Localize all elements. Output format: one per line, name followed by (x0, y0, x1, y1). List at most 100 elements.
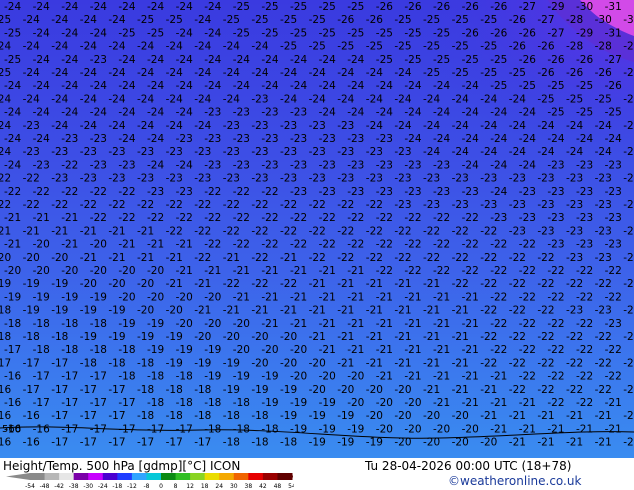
temperature-label: -21 (480, 384, 497, 396)
temperature-label: -23 (509, 199, 526, 211)
temperature-label: -22 (509, 331, 526, 343)
temperature-label: -24 (537, 146, 554, 158)
temperature-label: -21 (480, 410, 497, 422)
temperature-label: -22 (366, 252, 383, 264)
temperature-label: -20 (233, 344, 250, 356)
temperature-label: -26 (490, 27, 507, 39)
temperature-label: -25 (452, 14, 469, 26)
temperature-label: -21 (433, 318, 450, 330)
temperature-label: -20 (366, 384, 383, 396)
temperature-label: -22 (118, 212, 135, 224)
temperature-label: -21 (490, 397, 507, 409)
temperature-label: -23 (576, 212, 593, 224)
temperature-label: -21 (280, 305, 297, 317)
temperature-label: -19 (194, 357, 211, 369)
temperature-label: -23 (462, 186, 479, 198)
temperature-label: -25 (147, 27, 164, 39)
temperature-label: -24 (490, 186, 507, 198)
temperature-label: -21 (462, 318, 479, 330)
temperature-label: -17 (80, 437, 97, 449)
temperature-label: -19 (118, 318, 135, 330)
temperature-label: -23 (290, 133, 307, 145)
temperature-label: -22 (623, 357, 634, 369)
temperature-label: -21 (233, 291, 250, 303)
temperature-label: -24 (537, 120, 554, 132)
temperature-label: -24 (319, 107, 336, 119)
temperature-label: -19 (0, 278, 11, 290)
temperature-label: -23 (366, 146, 383, 158)
temperature-label: -25 (404, 27, 421, 39)
temperature-label: -18 (137, 384, 154, 396)
temperature-label: -24 (319, 80, 336, 92)
temperature-label: -24 (176, 80, 193, 92)
temperature-label: -19 (4, 291, 21, 303)
temperature-label: -21 (490, 423, 507, 435)
temperature-label: -23 (576, 239, 593, 251)
colorbar-segment (88, 473, 104, 480)
temperature-label: -22 (404, 239, 421, 251)
temperature-label: -17 (80, 410, 97, 422)
site-credit: ©weatheronline.co.uk (448, 474, 582, 488)
temperature-label: -18 (61, 318, 78, 330)
temperature-label: -21 (376, 344, 393, 356)
temperature-label: -18 (147, 397, 164, 409)
temperature-label: -23 (233, 107, 250, 119)
temperature-label: -19 (147, 344, 164, 356)
temperature-label: -21 (290, 318, 307, 330)
temperature-label: -20 (423, 437, 440, 449)
temperature-label: -23 (280, 146, 297, 158)
temperature-label: -26 (337, 14, 354, 26)
temperature-label: -21 (23, 225, 40, 237)
temperature-label: -17 (23, 357, 40, 369)
temperature-label: -24 (480, 120, 497, 132)
temperature-label: -25 (509, 67, 526, 79)
temperature-label: -22 (33, 186, 50, 198)
temperature-label: -25 (261, 1, 278, 13)
temperature-label: -23 (33, 159, 50, 171)
temperature-label: -20 (4, 265, 21, 277)
temperature-label: -23 (61, 133, 78, 145)
temperature-label: -20 (233, 318, 250, 330)
temperature-label: -24 (33, 107, 50, 119)
temperature-label: -26 (566, 67, 583, 79)
temperature-label: -21 (309, 305, 326, 317)
temperature-label: -19 (280, 384, 297, 396)
temperature-label: -23 (290, 107, 307, 119)
temperature-label: -22 (623, 278, 634, 290)
temperature-label: -24 (0, 146, 11, 158)
temperature-label: -22 (509, 305, 526, 317)
temperature-label: -24 (176, 54, 193, 66)
temperature-label: -21 (623, 410, 634, 422)
temperature-label: -23 (204, 159, 221, 171)
temperature-label: -23 (194, 173, 211, 185)
temperature-label: -21 (423, 305, 440, 317)
temperature-label: -21 (4, 212, 21, 224)
temperature-label: -23 (566, 252, 583, 264)
temperature-label: -18 (233, 397, 250, 409)
temperature-label: -23 (480, 199, 497, 211)
temperature-label: -22 (480, 305, 497, 317)
temperature-label: -24 (80, 120, 97, 132)
colorbar-segment (262, 473, 278, 480)
colorbar-tick-label: -24 (98, 483, 108, 489)
temperature-label: -18 (176, 397, 193, 409)
temperature-label: -25 (166, 14, 183, 26)
temperature-label: -21 (347, 318, 364, 330)
temperature-label: -22 (595, 331, 612, 343)
temperature-label: -24 (623, 146, 634, 158)
temperature-label: -16 (23, 437, 40, 449)
temperature-label: -22 (480, 225, 497, 237)
temperature-label: -17 (118, 423, 135, 435)
temperature-label: -25 (423, 14, 440, 26)
temperature-label: -17 (90, 397, 107, 409)
temperature-label: -24 (376, 80, 393, 92)
temperature-label: -20 (80, 278, 97, 290)
temperature-label: -25 (366, 41, 383, 53)
temperature-label: -24 (176, 27, 193, 39)
temperature-label: -24 (23, 41, 40, 53)
temperature-label: -18 (137, 357, 154, 369)
colorbar-segment (161, 473, 177, 480)
temperature-label: -23 (404, 186, 421, 198)
temperature-label: -22 (576, 371, 593, 383)
temperature-label: -22 (280, 225, 297, 237)
